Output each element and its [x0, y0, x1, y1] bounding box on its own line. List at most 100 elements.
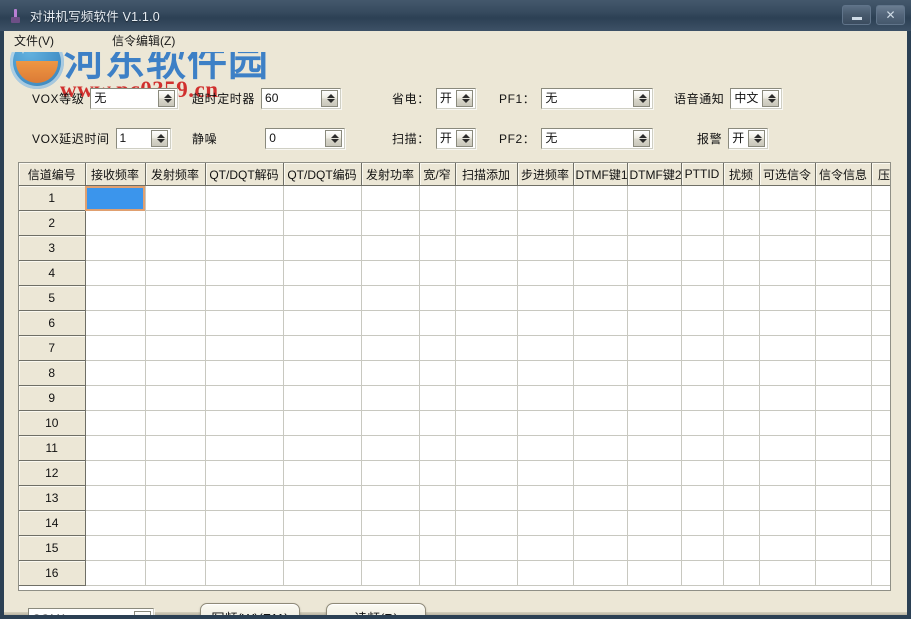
row-header[interactable]: 8 — [19, 361, 85, 386]
cell-16-11[interactable] — [627, 561, 681, 586]
cell-14-12[interactable] — [681, 511, 723, 536]
cell-7-9[interactable] — [517, 336, 573, 361]
minimize-button[interactable] — [842, 5, 871, 25]
spinner-icon[interactable] — [633, 130, 650, 147]
cell-14-7[interactable] — [419, 511, 455, 536]
cell-10-15[interactable] — [815, 411, 871, 436]
cell-8-15[interactable] — [815, 361, 871, 386]
cell-10-8[interactable] — [455, 411, 517, 436]
cell-1-9[interactable] — [517, 186, 573, 211]
cell-9-12[interactable] — [681, 386, 723, 411]
cell-13-2[interactable] — [85, 486, 145, 511]
spinner-icon[interactable] — [134, 611, 151, 616]
squelch-combo[interactable]: 0 — [265, 128, 345, 149]
cell-13-6[interactable] — [361, 486, 419, 511]
column-header-1[interactable]: 信道编号 — [19, 163, 85, 186]
cell-15-13[interactable] — [723, 536, 759, 561]
cell-4-15[interactable] — [815, 261, 871, 286]
scan-combo[interactable]: 开 — [436, 128, 476, 149]
cell-3-5[interactable] — [283, 236, 361, 261]
cell-4-4[interactable] — [205, 261, 283, 286]
table-row[interactable]: 13 — [19, 486, 891, 511]
cell-6-10[interactable] — [573, 311, 627, 336]
cell-8-5[interactable] — [283, 361, 361, 386]
cell-6-14[interactable] — [759, 311, 815, 336]
cell-12-11[interactable] — [627, 461, 681, 486]
cell-15-6[interactable] — [361, 536, 419, 561]
cell-16-16[interactable] — [871, 561, 891, 586]
column-header-4[interactable]: QT/DQT解码 — [205, 163, 283, 186]
cell-4-10[interactable] — [573, 261, 627, 286]
cell-3-14[interactable] — [759, 236, 815, 261]
cell-1-13[interactable] — [723, 186, 759, 211]
cell-12-2[interactable] — [85, 461, 145, 486]
cell-13-9[interactable] — [517, 486, 573, 511]
column-header-16[interactable]: 压扩 — [871, 163, 891, 186]
cell-2-10[interactable] — [573, 211, 627, 236]
cell-11-3[interactable] — [145, 436, 205, 461]
cell-11-15[interactable] — [815, 436, 871, 461]
cell-4-9[interactable] — [517, 261, 573, 286]
cell-6-4[interactable] — [205, 311, 283, 336]
cell-15-4[interactable] — [205, 536, 283, 561]
cell-5-15[interactable] — [815, 286, 871, 311]
cell-15-8[interactable] — [455, 536, 517, 561]
cell-3-8[interactable] — [455, 236, 517, 261]
spinner-icon[interactable] — [151, 130, 168, 147]
cell-4-12[interactable] — [681, 261, 723, 286]
vox-level-combo[interactable]: 无 — [90, 88, 178, 109]
cell-8-12[interactable] — [681, 361, 723, 386]
cell-14-5[interactable] — [283, 511, 361, 536]
cell-2-13[interactable] — [723, 211, 759, 236]
cell-14-10[interactable] — [573, 511, 627, 536]
row-header[interactable]: 3 — [19, 236, 85, 261]
cell-3-4[interactable] — [205, 236, 283, 261]
cell-11-16[interactable] — [871, 436, 891, 461]
cell-9-2[interactable] — [85, 386, 145, 411]
cell-9-9[interactable] — [517, 386, 573, 411]
cell-7-11[interactable] — [627, 336, 681, 361]
cell-10-11[interactable] — [627, 411, 681, 436]
cell-13-10[interactable] — [573, 486, 627, 511]
cell-12-9[interactable] — [517, 461, 573, 486]
timeout-timer-combo[interactable]: 60 — [261, 88, 341, 109]
cell-2-8[interactable] — [455, 211, 517, 236]
cell-12-5[interactable] — [283, 461, 361, 486]
cell-3-3[interactable] — [145, 236, 205, 261]
cell-5-4[interactable] — [205, 286, 283, 311]
row-header[interactable]: 2 — [19, 211, 85, 236]
row-header[interactable]: 16 — [19, 561, 85, 586]
table-row[interactable]: 8 — [19, 361, 891, 386]
cell-12-15[interactable] — [815, 461, 871, 486]
cell-7-13[interactable] — [723, 336, 759, 361]
row-header[interactable]: 6 — [19, 311, 85, 336]
cell-16-8[interactable] — [455, 561, 517, 586]
cell-2-15[interactable] — [815, 211, 871, 236]
cell-4-13[interactable] — [723, 261, 759, 286]
cell-16-15[interactable] — [815, 561, 871, 586]
cell-1-16[interactable] — [871, 186, 891, 211]
cell-6-11[interactable] — [627, 311, 681, 336]
cell-6-2[interactable] — [85, 311, 145, 336]
cell-10-10[interactable] — [573, 411, 627, 436]
table-row[interactable]: 15 — [19, 536, 891, 561]
cell-16-9[interactable] — [517, 561, 573, 586]
cell-11-8[interactable] — [455, 436, 517, 461]
cell-8-11[interactable] — [627, 361, 681, 386]
column-header-10[interactable]: DTMF键1 — [573, 163, 627, 186]
cell-16-6[interactable] — [361, 561, 419, 586]
cell-7-12[interactable] — [681, 336, 723, 361]
cell-8-8[interactable] — [455, 361, 517, 386]
cell-7-15[interactable] — [815, 336, 871, 361]
cell-1-11[interactable] — [627, 186, 681, 211]
read-frequency-button[interactable]: 读频(R) — [326, 603, 426, 615]
column-header-5[interactable]: QT/DQT编码 — [283, 163, 361, 186]
spinner-icon[interactable] — [158, 90, 175, 107]
cell-13-14[interactable] — [759, 486, 815, 511]
cell-11-14[interactable] — [759, 436, 815, 461]
cell-15-10[interactable] — [573, 536, 627, 561]
cell-1-4[interactable] — [205, 186, 283, 211]
selected-cell[interactable] — [85, 186, 145, 211]
cell-5-6[interactable] — [361, 286, 419, 311]
table-row[interactable]: 6 — [19, 311, 891, 336]
